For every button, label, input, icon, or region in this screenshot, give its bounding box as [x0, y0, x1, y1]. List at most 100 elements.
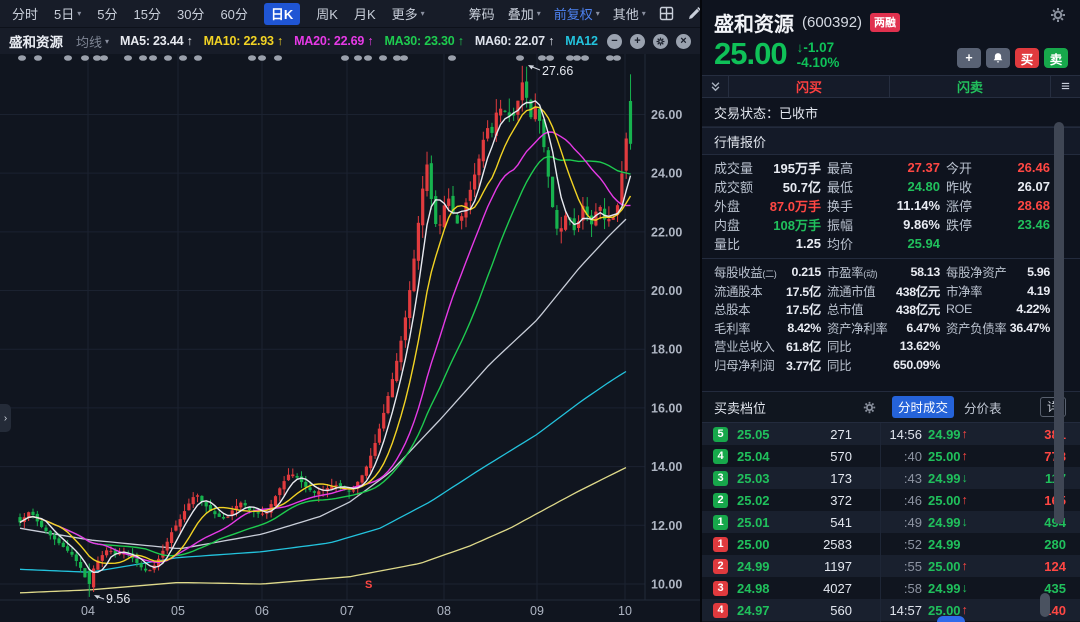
quote-field: 流通股本17.5亿 — [714, 282, 821, 301]
flash-buy-button[interactable]: 闪买 — [729, 76, 890, 97]
chart-settings-gear-icon[interactable] — [653, 34, 668, 49]
quote-section-title: 行情报价 — [702, 127, 1080, 155]
zoom-in-icon[interactable]: + — [630, 34, 645, 49]
tick-row[interactable]: :5224.99280 — [881, 533, 1080, 555]
panel-settings-gear-icon[interactable] — [1050, 7, 1066, 28]
orderbook-row-ask-1[interactable]: 125.01541 — [702, 511, 880, 533]
tick-price: 25.00 — [928, 493, 961, 508]
tool-叠加[interactable]: 叠加▾ — [508, 4, 541, 23]
quote-field: ROE4.22% — [946, 300, 1050, 319]
svg-text:18.00: 18.00 — [651, 343, 682, 357]
tick-price: 24.99 — [928, 471, 961, 486]
quote-field: 同比650.09% — [827, 356, 940, 375]
tick-row[interactable]: 14:5624.99↑381 — [881, 423, 1080, 445]
chart-symbol-name: 盛和资源 — [9, 31, 63, 51]
period-tab-5日[interactable]: 5日▾ — [54, 4, 81, 23]
chevron-down-icon: ▾ — [77, 9, 81, 18]
orderbook-row-ask-2[interactable]: 225.02372 — [702, 489, 880, 511]
orderbook-row-ask-3[interactable]: 325.03173 — [702, 467, 880, 489]
level-price: 24.99 — [737, 559, 770, 574]
trading-app-window: 分时 5日▾ 5分 15分 30分 60分日K 周K 月K 更多▾ 筹码叠加▾ 前复权▾ 其他▾ 盛… — [0, 0, 1080, 622]
ma-selector-dropdown[interactable]: 均线▾ — [76, 32, 109, 51]
quote-field: 昨收26.07 — [946, 177, 1050, 196]
orderbook-settings-gear-icon[interactable] — [863, 401, 876, 414]
tick-direction-up-icon: ↑ — [962, 493, 968, 507]
quote-field: 归母净利润3.77亿 — [714, 356, 821, 375]
level-volume: 541 — [830, 515, 852, 530]
level-price: 25.03 — [737, 471, 770, 486]
tick-time: :40 — [885, 449, 922, 464]
svg-text:16.00: 16.00 — [651, 401, 682, 415]
level-volume: 4027 — [823, 581, 852, 596]
tab-tick-trades[interactable]: 分时成交 — [892, 396, 954, 418]
alert-bell-icon[interactable] — [986, 48, 1010, 68]
tick-direction-up-icon: ↑ — [962, 603, 968, 617]
orderbook-row-bid-2[interactable]: 224.991197 — [702, 555, 880, 577]
period-tab-60分[interactable]: 60分 — [220, 4, 247, 23]
level-volume: 2583 — [823, 537, 852, 552]
quote-field: 今开26.46 — [946, 158, 1050, 177]
orderbook-row-bid-4[interactable]: 424.97560 — [702, 599, 880, 621]
period-tab-月K[interactable]: 月K — [354, 4, 376, 23]
tick-row[interactable]: :4625.00↑165 — [881, 489, 1080, 511]
bottom-page-indicator[interactable] — [937, 616, 965, 622]
grid-layout-icon[interactable] — [659, 6, 674, 21]
period-tab-15分[interactable]: 15分 — [134, 4, 161, 23]
period-tabs: 分时 5日▾ 5分 15分 30分 60分日K 周K 月K 更多▾ — [12, 3, 441, 25]
tick-row[interactable]: 14:5725.00↑140 — [881, 599, 1080, 621]
orderbook-row-bid-3[interactable]: 324.984027 — [702, 577, 880, 599]
tick-volume: 124 — [1044, 559, 1066, 574]
menu-hamburger-icon[interactable]: ≡ — [1050, 76, 1080, 97]
tick-row[interactable]: :5525.00↑124 — [881, 555, 1080, 577]
zoom-out-icon[interactable]: − — [607, 34, 622, 49]
quote-field: 内盘108万手 — [714, 215, 821, 234]
tick-row[interactable]: :5824.99↓435 — [881, 577, 1080, 599]
orderbook-row-bid-1[interactable]: 125.002583 — [702, 533, 880, 555]
tick-time: 14:57 — [885, 603, 922, 618]
tick-price: 25.00 — [928, 449, 961, 464]
tick-row[interactable]: :4025.00↑778 — [881, 445, 1080, 467]
tick-price: 24.99 — [928, 581, 961, 596]
tick-time: 14:56 — [885, 427, 922, 442]
tick-row[interactable]: :4924.99↓494 — [881, 511, 1080, 533]
tab-price-table[interactable]: 分价表 — [964, 398, 1002, 417]
tool-前复权[interactable]: 前复权▾ — [554, 4, 600, 23]
svg-text:27.66: 27.66 — [542, 64, 573, 78]
tool-其他[interactable]: 其他▾ — [613, 4, 646, 23]
candlestick-chart[interactable]: 26.0024.0022.0020.0018.0016.0014.0012.00… — [0, 54, 700, 622]
flash-sell-button[interactable]: 闪卖 — [890, 76, 1050, 97]
period-tab-日K[interactable]: 日K — [264, 3, 300, 25]
quote-field: 成交额50.7亿 — [714, 177, 821, 196]
tick-list-scrollbar[interactable] — [1040, 593, 1050, 617]
finance-grid: 每股收益(二)0.215市盈率(动)58.13每股净资产5.96流通股本17.5… — [702, 258, 1080, 378]
sidebar-expand-chevron-icon[interactable]: › — [0, 404, 11, 432]
period-tab-更多[interactable]: 更多▾ — [392, 4, 425, 23]
quote-field — [946, 356, 1050, 375]
quote-field: 最低24.80 — [827, 177, 940, 196]
sell-button[interactable]: 卖 — [1044, 48, 1068, 68]
panel-scrollbar[interactable] — [1054, 122, 1064, 524]
orderbook-header: 买卖档位 分时成交 分价表 详 — [702, 391, 1080, 423]
buy-button[interactable]: 买 — [1015, 48, 1039, 68]
period-tab-周K[interactable]: 周K — [316, 4, 338, 23]
tick-direction-down-icon: ↓ — [962, 515, 968, 529]
quote-field: 量比1.25 — [714, 234, 821, 253]
level-price: 24.97 — [737, 603, 770, 618]
period-tab-5分[interactable]: 5分 — [97, 4, 117, 23]
add-to-watchlist-button[interactable]: + — [957, 48, 981, 68]
level-volume: 560 — [830, 603, 852, 618]
period-tab-30分[interactable]: 30分 — [177, 4, 204, 23]
level-volume: 570 — [830, 449, 852, 464]
close-chart-icon[interactable]: × — [676, 34, 691, 49]
collapse-double-chevron-icon[interactable] — [702, 76, 729, 97]
tick-row[interactable]: :4324.99↓117 — [881, 467, 1080, 489]
svg-text:05: 05 — [171, 604, 185, 618]
tool-筹码[interactable]: 筹码 — [469, 4, 495, 23]
orderbook-row-ask-5[interactable]: 525.05271 — [702, 423, 880, 445]
tick-direction-up-icon: ↑ — [962, 427, 968, 441]
flash-trade-bar: 闪买 闪卖 ≡ — [702, 75, 1080, 98]
margin-trading-badge: 两融 — [870, 13, 900, 32]
orderbook-row-ask-4[interactable]: 425.04570 — [702, 445, 880, 467]
tick-direction-up-icon: ↑ — [962, 449, 968, 463]
period-tab-分时[interactable]: 分时 — [12, 4, 38, 23]
